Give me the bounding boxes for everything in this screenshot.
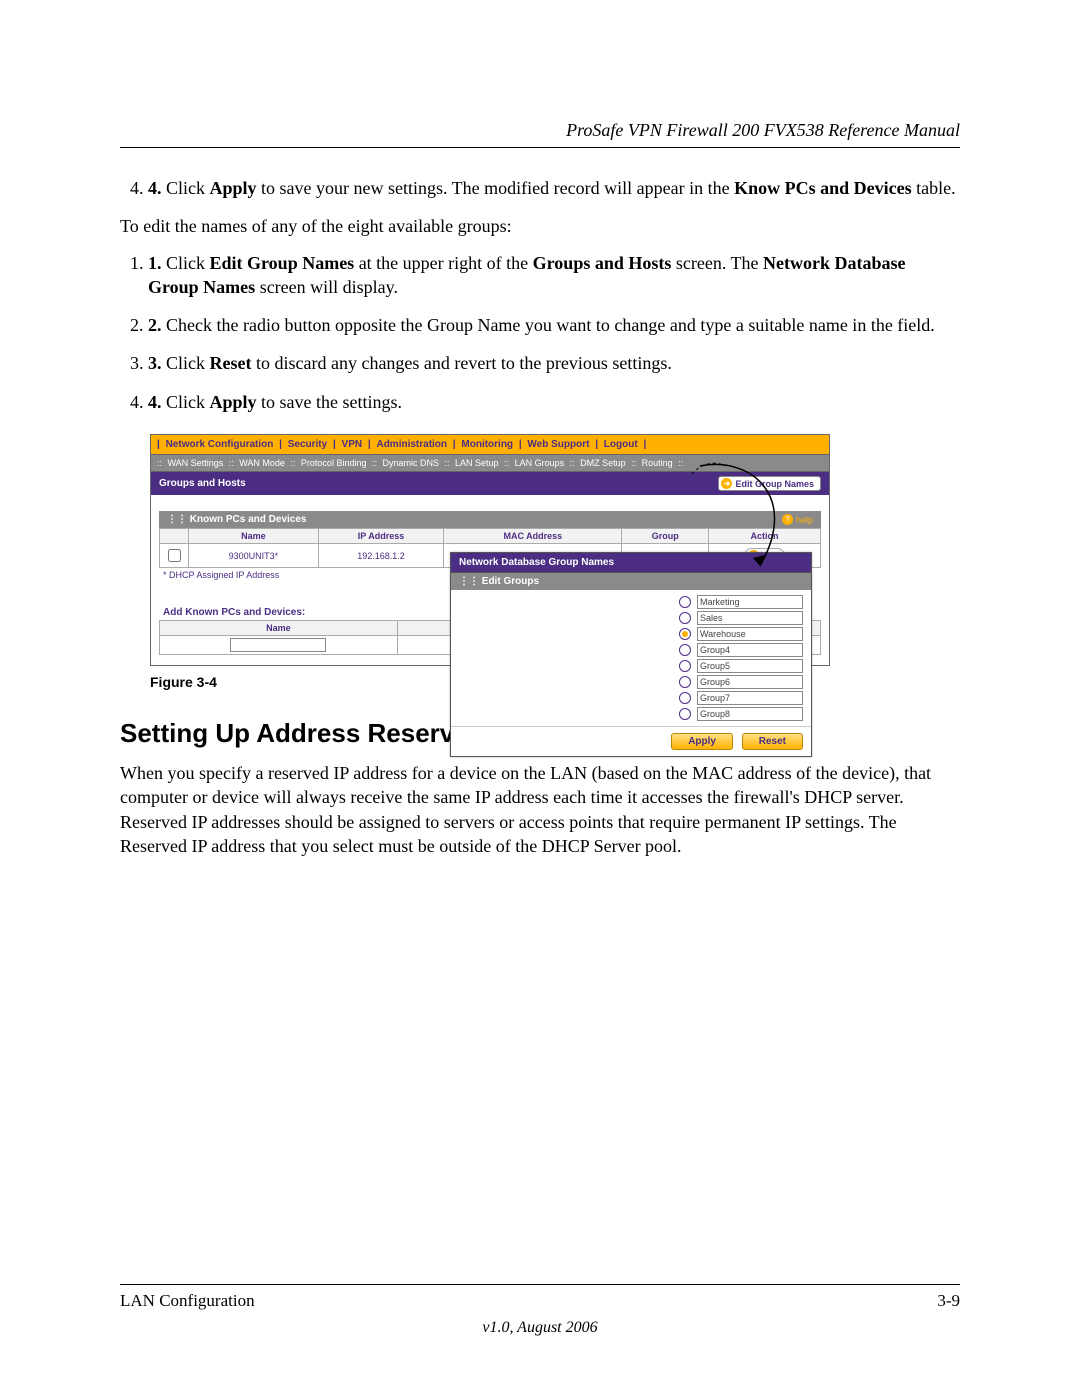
footer-right: 3-9	[937, 1291, 960, 1311]
step-1: 1. Click Edit Group Names at the upper r…	[148, 251, 960, 300]
group-row	[451, 658, 811, 674]
subnav-dmz-setup[interactable]: DMZ Setup	[580, 458, 626, 468]
subnav-protocol-binding[interactable]: Protocol Binding	[301, 458, 367, 468]
page-footer: LAN Configuration 3-9	[120, 1291, 960, 1311]
col-mac: MAC Address	[444, 529, 622, 544]
subnav-lan-setup[interactable]: LAN Setup	[455, 458, 499, 468]
group-row	[451, 594, 811, 610]
popup-titlebar: Network Database Group Names	[451, 553, 811, 573]
group-radio-1[interactable]	[679, 596, 691, 608]
header-rule	[120, 147, 960, 148]
group-name-input-4[interactable]	[697, 643, 803, 657]
edit-group-names-button[interactable]: ➜ Edit Group Names	[718, 476, 821, 491]
group-radio-7[interactable]	[679, 692, 691, 704]
step-2: 2. Check the radio button opposite the G…	[148, 313, 960, 337]
question-icon: ?	[782, 514, 793, 525]
reset-button[interactable]: Reset	[742, 733, 803, 750]
subnav-dynamic-dns[interactable]: Dynamic DNS	[382, 458, 439, 468]
group-names-popup: Network Database Group Names ⋮⋮ Edit Gro…	[450, 552, 812, 757]
nav-security[interactable]: Security	[288, 439, 327, 450]
group-name-input-6[interactable]	[697, 675, 803, 689]
help-link[interactable]: ? help	[782, 514, 813, 525]
step-4: 4. Click Apply to save the settings.	[148, 390, 960, 414]
group-radio-8[interactable]	[679, 708, 691, 720]
group-radio-5[interactable]	[679, 660, 691, 672]
groups-and-hosts-titlebar: Groups and Hosts ➜ Edit Group Names	[151, 472, 829, 495]
known-pcs-header: ⋮⋮ Known PCs and Devices ? help	[159, 511, 821, 528]
main-menu: | Network Configuration | Security | VPN…	[151, 435, 829, 455]
group-radio-2[interactable]	[679, 612, 691, 624]
nav-monitoring[interactable]: Monitoring	[461, 439, 513, 450]
group-row	[451, 610, 811, 626]
footer-rule	[120, 1284, 960, 1285]
add-name-input[interactable]	[230, 638, 326, 652]
group-name-input-2[interactable]	[697, 611, 803, 625]
arrow-icon: ➜	[721, 478, 732, 489]
step-3: 3. Click Reset to discard any changes an…	[148, 351, 960, 375]
group-radio-3[interactable]	[679, 628, 691, 640]
group-row	[451, 706, 811, 722]
lead-paragraph: To edit the names of any of the eight av…	[120, 214, 960, 238]
group-radio-6[interactable]	[679, 676, 691, 688]
row-checkbox[interactable]	[168, 549, 181, 562]
subnav-wan-mode[interactable]: WAN Mode	[239, 458, 285, 468]
nav-logout[interactable]: Logout	[604, 439, 638, 450]
group-row	[451, 674, 811, 690]
subnav-routing[interactable]: Routing	[642, 458, 673, 468]
row-name: 9300UNIT3*	[189, 544, 319, 568]
subnav-lan-groups[interactable]: LAN Groups	[515, 458, 565, 468]
pre-step-4: 4. Click Apply to save your new settings…	[148, 176, 960, 200]
nav-web-support[interactable]: Web Support	[527, 439, 589, 450]
footer-version: v1.0, August 2006	[120, 1319, 960, 1337]
col-ip: IP Address	[318, 529, 443, 544]
footer-left: LAN Configuration	[120, 1291, 255, 1311]
group-name-input-8[interactable]	[697, 707, 803, 721]
group-name-input-7[interactable]	[697, 691, 803, 705]
nav-network-configuration[interactable]: Network Configuration	[166, 439, 274, 450]
add-col-name: Name	[160, 621, 398, 636]
col-action: Action	[708, 529, 820, 544]
subnav-wan-settings[interactable]: WAN Settings	[168, 458, 224, 468]
figure-3-4: | Network Configuration | Security | VPN…	[150, 434, 830, 666]
group-name-input-1[interactable]	[697, 595, 803, 609]
page-header: ProSafe VPN Firewall 200 FVX538 Referenc…	[120, 120, 960, 141]
group-name-input-3[interactable]	[697, 627, 803, 641]
group-row	[451, 626, 811, 642]
row-ip: 192.168.1.2	[318, 544, 443, 568]
section-paragraph: When you specify a reserved IP address f…	[120, 761, 960, 858]
nav-administration[interactable]: Administration	[376, 439, 447, 450]
group-name-input-5[interactable]	[697, 659, 803, 673]
edit-groups-header: ⋮⋮ Edit Groups	[451, 573, 811, 590]
col-name: Name	[189, 529, 319, 544]
nav-vpn[interactable]: VPN	[342, 439, 363, 450]
sub-menu: :: WAN Settings :: WAN Mode :: Protocol …	[151, 455, 829, 472]
group-row	[451, 642, 811, 658]
col-group: Group	[622, 529, 709, 544]
apply-button[interactable]: Apply	[671, 733, 733, 750]
group-radio-4[interactable]	[679, 644, 691, 656]
group-row	[451, 690, 811, 706]
groups-and-hosts-title: Groups and Hosts	[159, 478, 246, 489]
